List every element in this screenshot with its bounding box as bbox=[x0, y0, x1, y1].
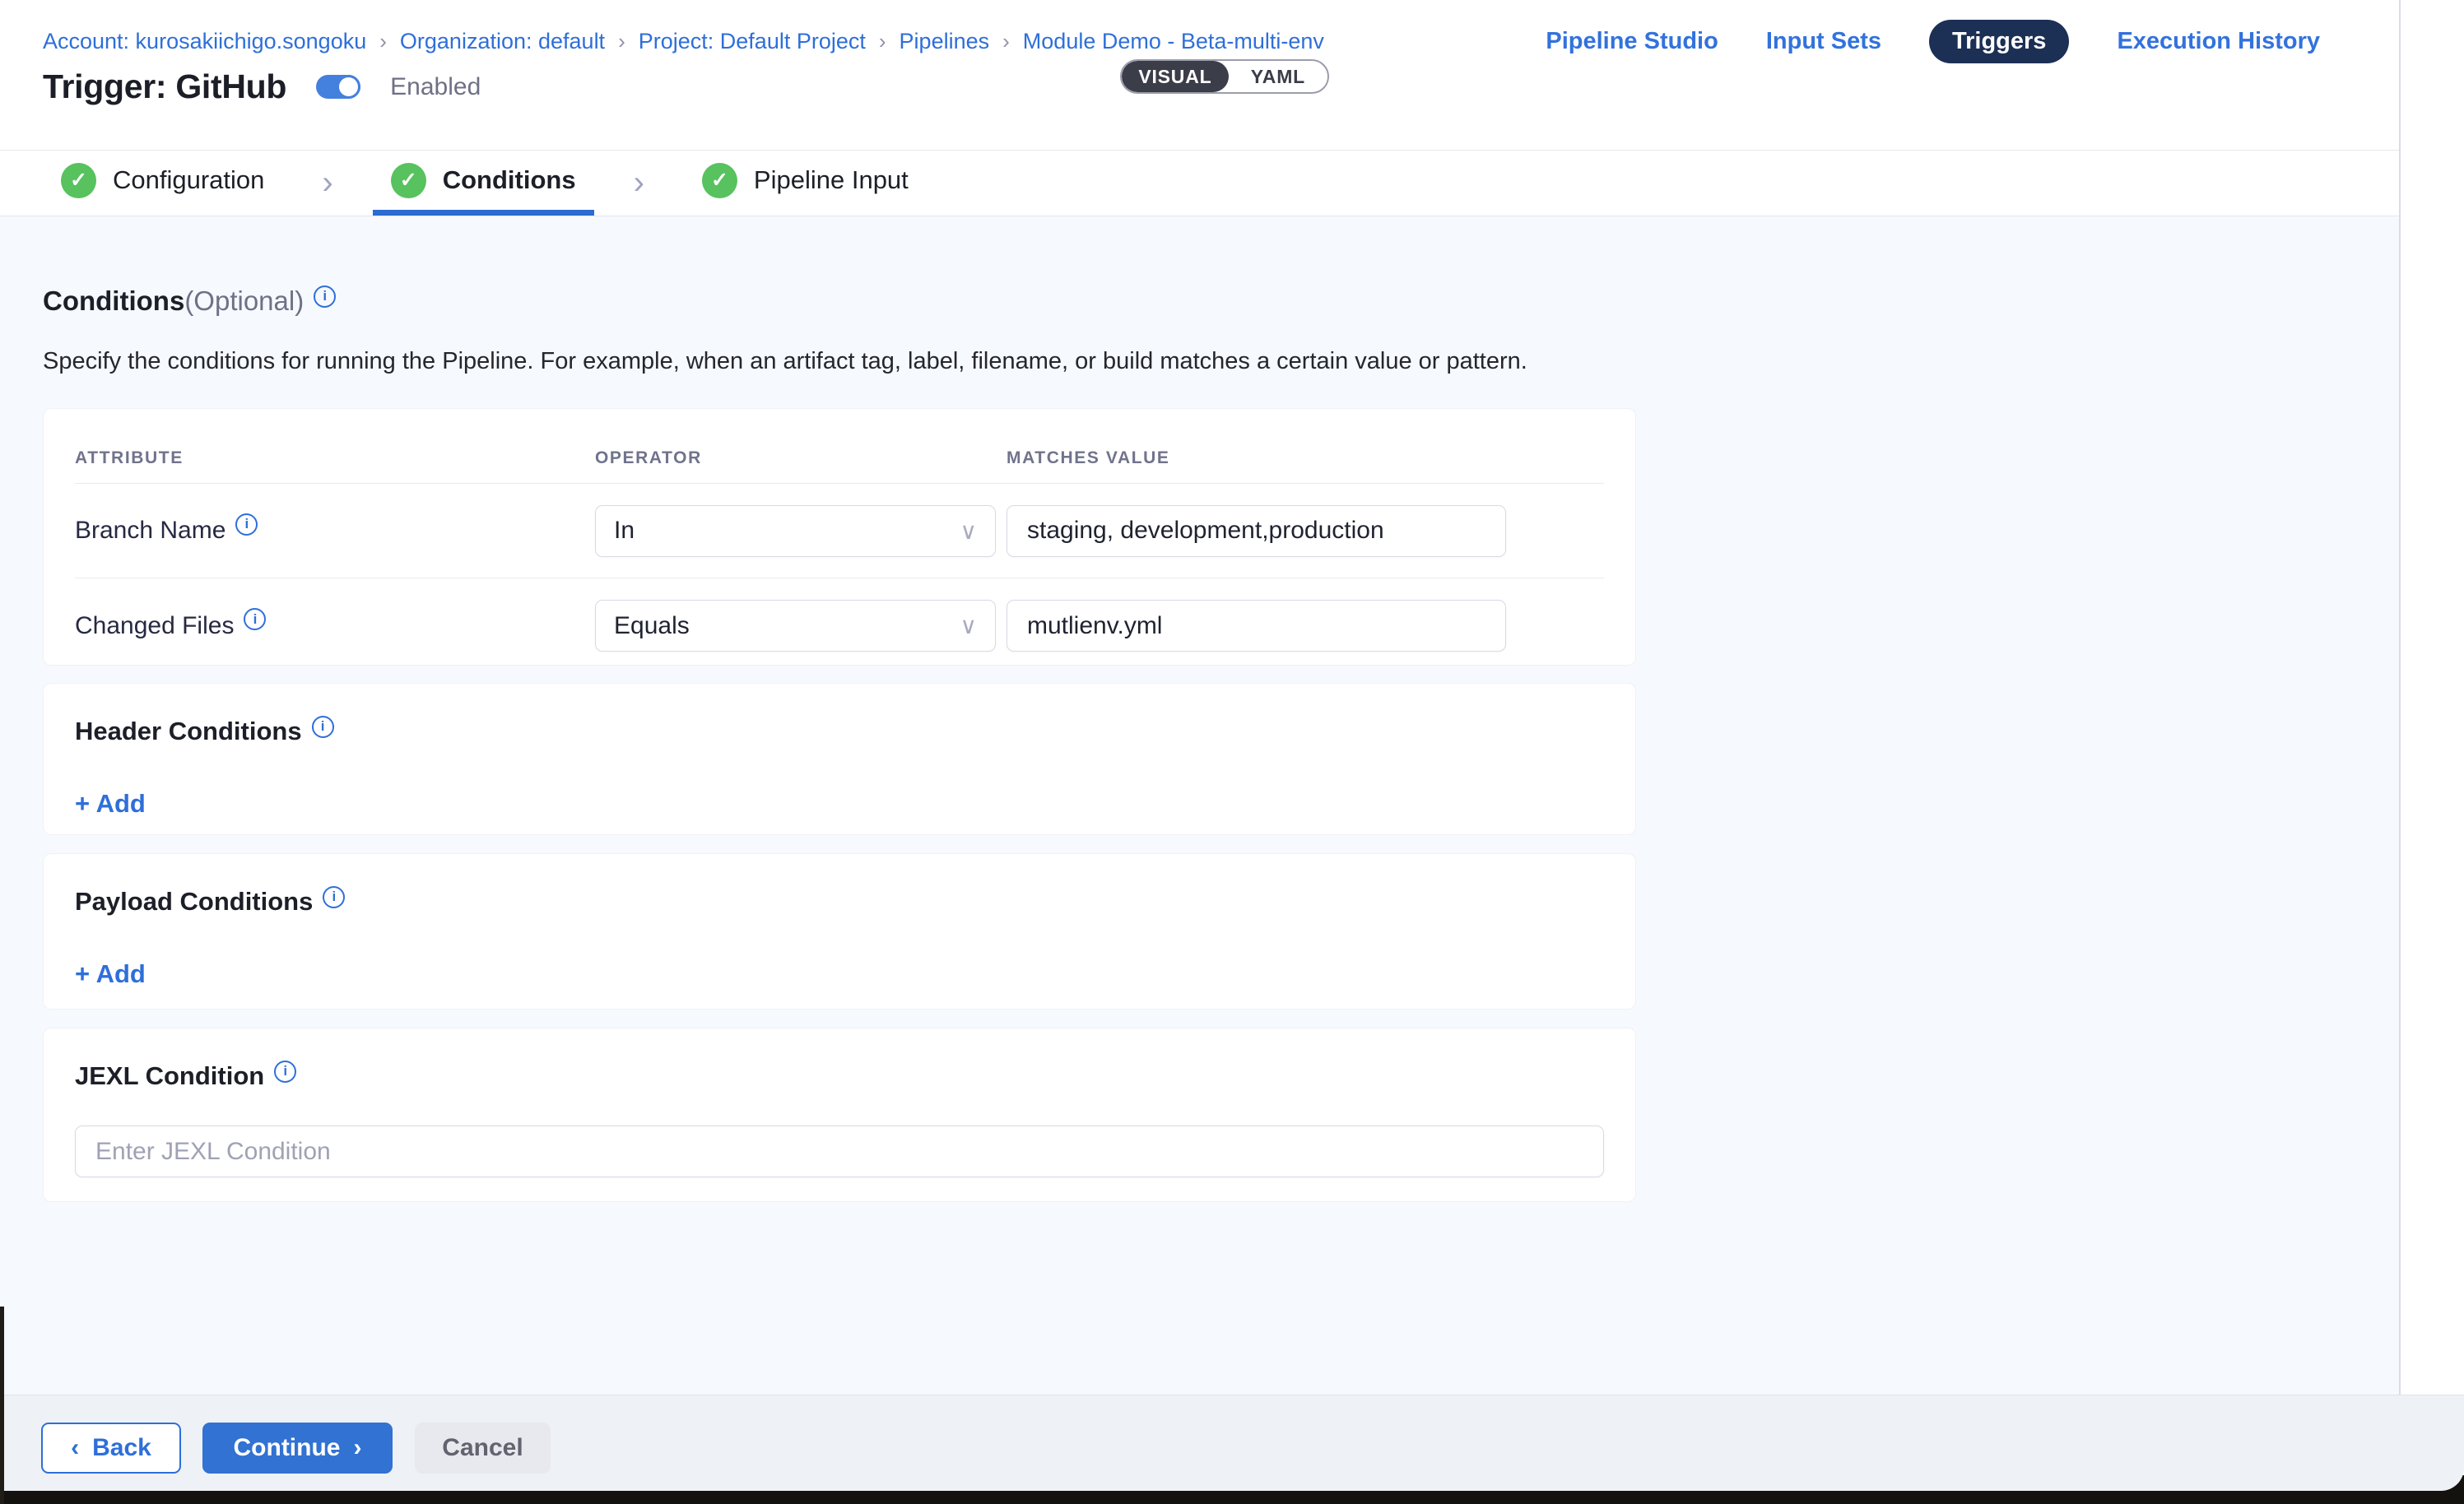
header-conditions-add-button[interactable]: + Add bbox=[75, 789, 146, 819]
info-icon[interactable]: i bbox=[235, 513, 258, 536]
branch-name-operator-value: In bbox=[614, 517, 635, 545]
info-icon[interactable]: i bbox=[274, 1061, 296, 1083]
check-circle-icon: ✓ bbox=[702, 163, 737, 198]
breadcrumb-separator-icon: › bbox=[618, 29, 625, 54]
nav-triggers-active[interactable]: Triggers bbox=[1929, 20, 2069, 63]
conditions-section-heading: Conditions (Optional) i bbox=[43, 285, 336, 317]
breadcrumb-account[interactable]: Account: kurosakiichigo.songoku bbox=[43, 29, 366, 54]
chevron-down-icon: ∨ bbox=[960, 612, 978, 639]
table-row-changed-files: Changed Files i Equals ∨ bbox=[75, 578, 1604, 673]
conditions-heading-text: Conditions bbox=[43, 285, 184, 317]
nav-pipeline-studio[interactable]: Pipeline Studio bbox=[1546, 28, 1718, 55]
enabled-label: Enabled bbox=[390, 73, 481, 101]
column-header-matches-value: MATCHES VALUE bbox=[1007, 448, 1604, 468]
chevron-right-icon: › bbox=[353, 1434, 361, 1462]
breadcrumb-pipeline-name[interactable]: Module Demo - Beta-multi-env bbox=[1023, 29, 1324, 54]
continue-button-label: Continue bbox=[234, 1434, 341, 1462]
yaml-toggle-button[interactable]: YAML bbox=[1229, 61, 1327, 92]
tab-configuration-label: Configuration bbox=[113, 165, 264, 195]
header-top-row: Account: kurosakiichigo.songoku › Organi… bbox=[43, 20, 2320, 63]
changed-files-text: Changed Files bbox=[75, 612, 234, 640]
right-panel-divider bbox=[2399, 0, 2401, 1395]
chevron-right-icon: › bbox=[282, 151, 372, 216]
back-button[interactable]: ‹ Back bbox=[41, 1423, 181, 1474]
wizard-tabs: ✓ Configuration › ✓ Conditions › ✓ Pipel… bbox=[0, 150, 2399, 216]
header-conditions-card: Header Conditions i + Add bbox=[43, 683, 1636, 835]
tab-pipeline-input[interactable]: ✓ Pipeline Input bbox=[684, 151, 927, 216]
branch-name-matches-value-input[interactable] bbox=[1007, 505, 1506, 557]
right-panel-strip bbox=[2401, 0, 2464, 1395]
chevron-down-icon: ∨ bbox=[960, 518, 978, 545]
tab-conditions[interactable]: ✓ Conditions bbox=[373, 151, 594, 216]
info-icon[interactable]: i bbox=[314, 285, 336, 308]
breadcrumb-separator-icon: › bbox=[379, 29, 387, 54]
breadcrumb-separator-icon: › bbox=[879, 29, 886, 54]
payload-conditions-add-button[interactable]: + Add bbox=[75, 959, 146, 989]
visual-toggle-button[interactable]: VISUAL bbox=[1122, 61, 1229, 92]
column-header-attribute: ATTRIBUTE bbox=[75, 448, 595, 468]
changed-files-label: Changed Files i bbox=[75, 612, 595, 640]
visual-yaml-switch: VISUAL YAML bbox=[1120, 59, 1329, 94]
changed-files-operator-value: Equals bbox=[614, 612, 690, 640]
conditions-table-card: ATTRIBUTE OPERATOR MATCHES VALUE Branch … bbox=[43, 408, 1636, 666]
branch-name-operator-select[interactable]: In ∨ bbox=[595, 505, 996, 557]
nav-input-sets[interactable]: Input Sets bbox=[1766, 28, 1881, 55]
breadcrumb: Account: kurosakiichigo.songoku › Organi… bbox=[43, 29, 1324, 54]
tab-conditions-label: Conditions bbox=[443, 165, 576, 195]
cancel-button[interactable]: Cancel bbox=[415, 1423, 551, 1474]
header-conditions-text: Header Conditions bbox=[75, 717, 302, 746]
page-header: Account: kurosakiichigo.songoku › Organi… bbox=[0, 0, 2399, 150]
cancel-button-label: Cancel bbox=[442, 1434, 523, 1462]
check-circle-icon: ✓ bbox=[61, 163, 96, 198]
info-icon[interactable]: i bbox=[323, 886, 345, 908]
changed-files-matches-value-input[interactable] bbox=[1007, 600, 1506, 652]
column-header-operator: OPERATOR bbox=[595, 448, 1007, 468]
header-conditions-heading: Header Conditions i bbox=[75, 717, 1604, 746]
page-title: Trigger: GitHub bbox=[43, 67, 286, 106]
jexl-condition-text: JEXL Condition bbox=[75, 1061, 264, 1091]
info-icon[interactable]: i bbox=[244, 608, 266, 630]
trigger-wizard-page: Account: kurosakiichigo.songoku › Organi… bbox=[0, 0, 2464, 1504]
breadcrumb-separator-icon: › bbox=[1002, 29, 1010, 54]
payload-conditions-card: Payload Conditions i + Add bbox=[43, 853, 1636, 1010]
tab-configuration[interactable]: ✓ Configuration bbox=[43, 151, 282, 216]
table-row-branch-name: Branch Name i In ∨ bbox=[75, 484, 1604, 578]
conditions-content: Conditions (Optional) i Specify the cond… bbox=[0, 216, 2399, 1395]
tab-pipeline-input-label: Pipeline Input bbox=[754, 165, 909, 195]
changed-files-operator-select[interactable]: Equals ∨ bbox=[595, 600, 996, 652]
jexl-condition-heading: JEXL Condition i bbox=[75, 1061, 1604, 1091]
window-left-edge bbox=[0, 1307, 4, 1504]
conditions-description: Specify the conditions for running the P… bbox=[43, 348, 1527, 375]
breadcrumb-pipelines[interactable]: Pipelines bbox=[900, 29, 990, 54]
jexl-condition-input[interactable] bbox=[75, 1126, 1604, 1177]
info-icon[interactable]: i bbox=[312, 716, 334, 738]
conditions-table-header: ATTRIBUTE OPERATOR MATCHES VALUE bbox=[75, 409, 1604, 484]
title-row: Trigger: GitHub Enabled bbox=[43, 67, 481, 106]
conditions-table: ATTRIBUTE OPERATOR MATCHES VALUE Branch … bbox=[44, 409, 1635, 673]
check-circle-icon: ✓ bbox=[391, 163, 426, 198]
continue-button[interactable]: Continue › bbox=[202, 1423, 393, 1474]
chevron-right-icon: › bbox=[594, 151, 684, 216]
nav-execution-history[interactable]: Execution History bbox=[2117, 28, 2320, 55]
breadcrumb-project[interactable]: Project: Default Project bbox=[639, 29, 866, 54]
footer-action-bar: ‹ Back Continue › Cancel bbox=[0, 1395, 2464, 1491]
conditions-optional-text: (Optional) bbox=[184, 285, 304, 317]
back-button-label: Back bbox=[92, 1434, 151, 1462]
payload-conditions-text: Payload Conditions bbox=[75, 887, 313, 917]
jexl-condition-card: JEXL Condition i bbox=[43, 1028, 1636, 1202]
payload-conditions-heading: Payload Conditions i bbox=[75, 887, 1604, 917]
branch-name-text: Branch Name bbox=[75, 517, 225, 545]
enabled-toggle[interactable] bbox=[316, 75, 360, 99]
branch-name-label: Branch Name i bbox=[75, 517, 595, 545]
pipeline-top-nav: Pipeline Studio Input Sets Triggers Exec… bbox=[1546, 20, 2320, 63]
chevron-left-icon: ‹ bbox=[71, 1434, 79, 1462]
toggle-knob bbox=[337, 75, 360, 99]
breadcrumb-organization[interactable]: Organization: default bbox=[400, 29, 605, 54]
